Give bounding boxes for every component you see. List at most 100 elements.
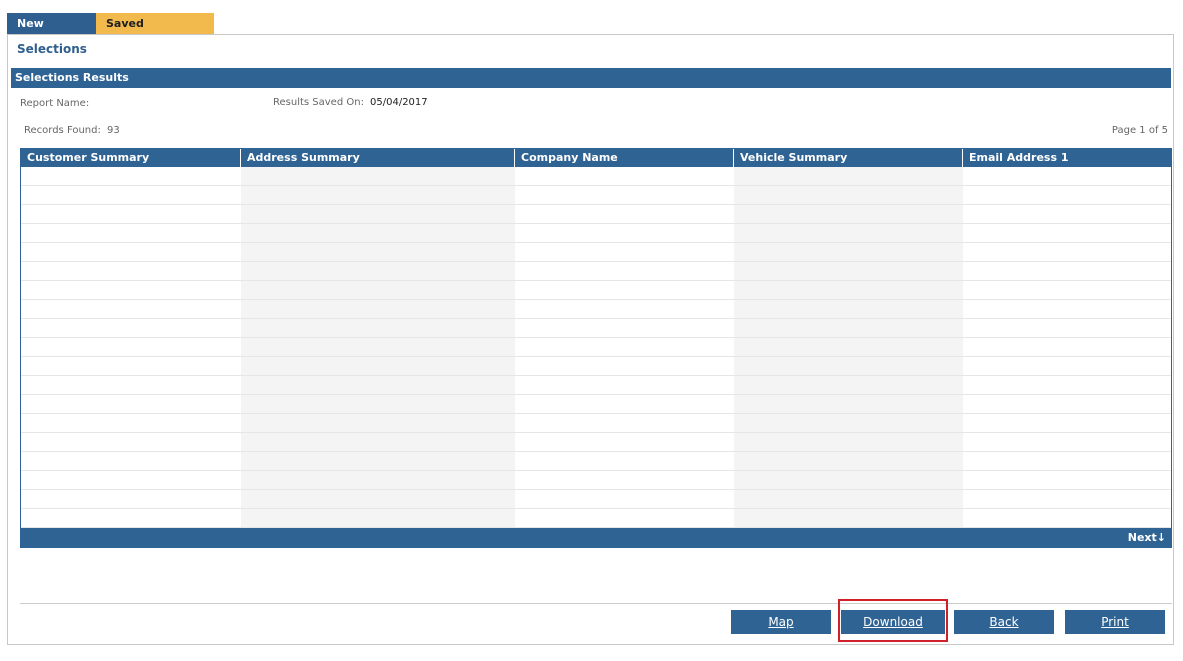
table-row bbox=[21, 509, 1171, 528]
table-row bbox=[21, 395, 1171, 414]
table-row bbox=[21, 205, 1171, 224]
table-cell bbox=[963, 262, 1171, 280]
table-cell bbox=[515, 243, 734, 261]
table-cell bbox=[515, 471, 734, 489]
table-cell bbox=[21, 338, 241, 356]
column-header[interactable]: Address Summary bbox=[241, 149, 515, 167]
table-cell bbox=[734, 376, 963, 394]
table-cell bbox=[21, 167, 241, 185]
table-cell bbox=[21, 262, 241, 280]
table-cell bbox=[963, 243, 1171, 261]
table-cell bbox=[515, 319, 734, 337]
column-header[interactable]: Email Address 1 bbox=[963, 149, 1171, 167]
table-cell bbox=[21, 319, 241, 337]
main-panel: Selections Selections Results Report Nam… bbox=[7, 34, 1174, 645]
table-cell bbox=[21, 281, 241, 299]
table-cell bbox=[963, 509, 1171, 527]
table-cell bbox=[515, 300, 734, 318]
table-row bbox=[21, 414, 1171, 433]
table-cell bbox=[241, 471, 515, 489]
table-cell bbox=[21, 300, 241, 318]
table-cell bbox=[241, 452, 515, 470]
table-cell bbox=[734, 395, 963, 413]
table-row bbox=[21, 186, 1171, 205]
tab-new-selection[interactable]: New Selection bbox=[7, 13, 96, 51]
map-button[interactable]: Map bbox=[731, 610, 831, 634]
table-cell bbox=[21, 357, 241, 375]
table-row bbox=[21, 433, 1171, 452]
results-saved-value: 05/04/2017 bbox=[370, 97, 428, 108]
table-cell bbox=[963, 338, 1171, 356]
table-cell bbox=[21, 376, 241, 394]
tab-bar: New Selection Saved Selection bbox=[7, 13, 214, 51]
table-cell bbox=[734, 167, 963, 185]
table-body bbox=[21, 167, 1171, 547]
table-cell bbox=[241, 414, 515, 432]
table-cell bbox=[515, 186, 734, 204]
table-cell bbox=[21, 205, 241, 223]
table-cell bbox=[515, 376, 734, 394]
table-cell bbox=[21, 224, 241, 242]
table-cell bbox=[241, 205, 515, 223]
records-found-label: Records Found: bbox=[24, 125, 101, 136]
table-cell bbox=[734, 509, 963, 527]
table-row bbox=[21, 281, 1171, 300]
table-cell bbox=[963, 224, 1171, 242]
table-cell bbox=[515, 357, 734, 375]
table-cell bbox=[21, 395, 241, 413]
table-cell bbox=[734, 281, 963, 299]
table-cell bbox=[241, 395, 515, 413]
table-cell bbox=[734, 414, 963, 432]
column-header[interactable]: Vehicle Summary bbox=[734, 149, 963, 167]
table-cell bbox=[734, 224, 963, 242]
table-header: Customer Summary Address Summary Company N… bbox=[21, 149, 1171, 167]
table-cell bbox=[241, 357, 515, 375]
next-label: Next bbox=[1127, 531, 1157, 544]
table-row bbox=[21, 338, 1171, 357]
table-cell bbox=[515, 490, 734, 508]
table-cell bbox=[515, 433, 734, 451]
table-cell bbox=[963, 357, 1171, 375]
table-cell bbox=[21, 433, 241, 451]
next-link[interactable]: Next↓ bbox=[1128, 531, 1166, 544]
table-cell bbox=[734, 490, 963, 508]
table-cell bbox=[734, 186, 963, 204]
table-row bbox=[21, 224, 1171, 243]
table-cell bbox=[241, 243, 515, 261]
table-cell bbox=[241, 376, 515, 394]
table-cell bbox=[241, 167, 515, 185]
table-cell bbox=[963, 471, 1171, 489]
table-row bbox=[21, 319, 1171, 338]
table-cell bbox=[515, 509, 734, 527]
back-button[interactable]: Back bbox=[954, 610, 1054, 634]
column-header[interactable]: Customer Summary bbox=[21, 149, 241, 167]
table-cell bbox=[241, 281, 515, 299]
table-cell bbox=[241, 509, 515, 527]
table-cell bbox=[241, 224, 515, 242]
table-cell bbox=[515, 395, 734, 413]
table-cell bbox=[515, 338, 734, 356]
table-cell bbox=[963, 376, 1171, 394]
table-cell bbox=[241, 490, 515, 508]
table-cell bbox=[21, 243, 241, 261]
table-cell bbox=[734, 300, 963, 318]
divider bbox=[20, 603, 1172, 604]
table-row bbox=[21, 243, 1171, 262]
table-cell bbox=[21, 471, 241, 489]
table-cell bbox=[963, 490, 1171, 508]
table-cell bbox=[241, 433, 515, 451]
column-header[interactable]: Company Name bbox=[515, 149, 734, 167]
table-cell bbox=[21, 509, 241, 527]
table-cell bbox=[734, 338, 963, 356]
page-info: Page 1 of 5 bbox=[1111, 125, 1168, 136]
table-cell bbox=[963, 395, 1171, 413]
tab-saved-selection[interactable]: Saved Selection bbox=[96, 13, 214, 51]
table-cell bbox=[515, 414, 734, 432]
table-cell bbox=[515, 167, 734, 185]
table-cell bbox=[241, 338, 515, 356]
table-cell bbox=[963, 167, 1171, 185]
table-row bbox=[21, 300, 1171, 319]
report-name-label: Report Name: bbox=[20, 98, 90, 109]
print-button[interactable]: Print bbox=[1065, 610, 1165, 634]
table-cell bbox=[963, 414, 1171, 432]
